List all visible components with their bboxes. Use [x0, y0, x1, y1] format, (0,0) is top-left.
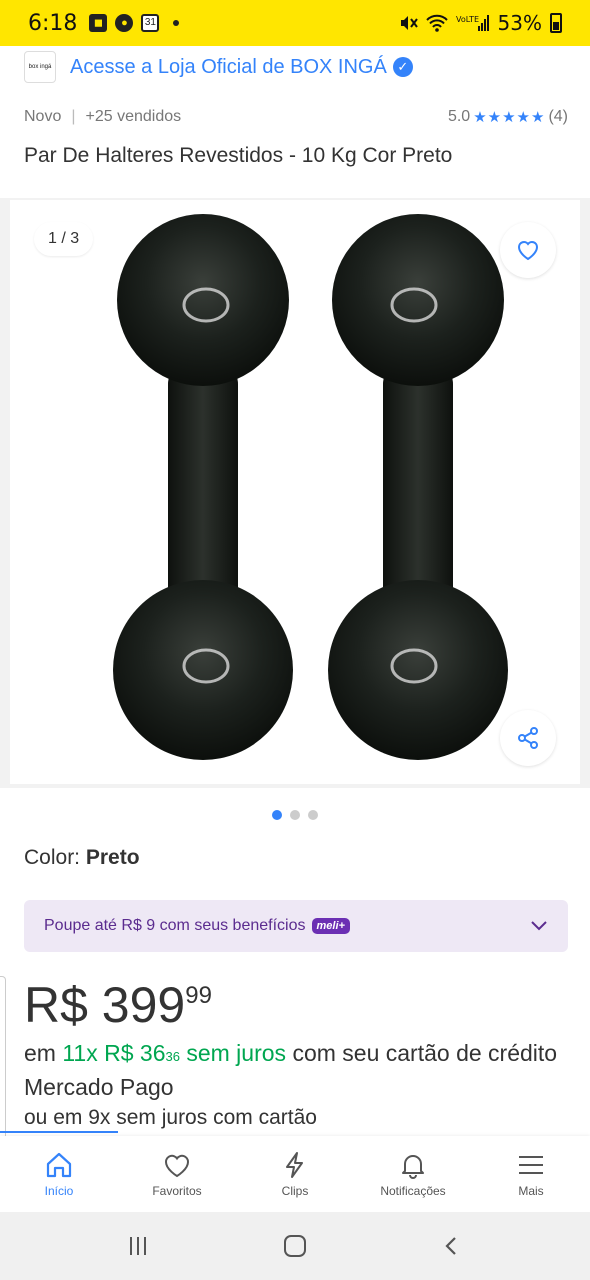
nav-home-label: Início	[44, 1184, 74, 1198]
dumbbell-right	[328, 214, 508, 760]
gallery-pagination	[0, 810, 590, 820]
back-icon[interactable]	[440, 1234, 464, 1258]
menu-icon	[519, 1156, 543, 1174]
official-store-row[interactable]: box ingá Acesse a Loja Oficial de BOX IN…	[24, 50, 413, 84]
share-icon	[518, 727, 538, 749]
installment-prefix: em	[24, 1040, 56, 1066]
nav-more-label: Mais	[518, 1184, 544, 1198]
bell-icon	[402, 1155, 424, 1179]
installments-text: em 11x R$ 3636 sem juros com seu cartão …	[24, 1036, 574, 1104]
more-notifications-dot-icon	[173, 20, 180, 26]
battery-percent: 53%	[497, 11, 542, 35]
mute-icon	[400, 16, 418, 30]
meli-plus-badge: meli+	[311, 918, 350, 934]
promo-text: Poupe até R$ 9 com seus benefícios	[44, 917, 306, 934]
dumbbell-left	[113, 214, 293, 760]
calendar-icon: 31	[141, 14, 160, 32]
signal-icon: VoLTE	[456, 15, 489, 31]
price-cents: 99	[185, 982, 212, 1009]
soccer-app-icon: ●	[115, 14, 134, 32]
official-store-link[interactable]: Acesse a Loja Oficial de BOX INGÁ	[70, 56, 387, 79]
notification-app-icon: ◼	[89, 14, 108, 32]
nav-favorites[interactable]: Favoritos	[118, 1136, 236, 1212]
wifi-icon	[425, 14, 448, 32]
chevron-down-icon	[531, 921, 547, 931]
color-selector: Color: Preto	[24, 846, 140, 870]
installment-cents: 36	[165, 1049, 180, 1064]
bottom-navigation: Início Favoritos Clips Notificações Mais	[0, 1136, 590, 1212]
rating-stars-icon: ★★★★★	[473, 109, 546, 126]
gallery-dot-1[interactable]	[272, 810, 282, 820]
nav-notifications[interactable]: Notificações	[354, 1136, 472, 1212]
rating-count: (4)	[548, 108, 568, 125]
meta-divider: |	[71, 108, 76, 125]
lightning-icon	[286, 1152, 303, 1178]
status-bar: 6:18 ◼ ● 31 VoLTE 53%	[0, 0, 590, 46]
system-navigation-bar	[0, 1212, 590, 1280]
product-image-frame[interactable]: 1 / 3	[10, 200, 580, 784]
alt-installments-text: ou em 9x sem juros com cartão	[24, 1106, 317, 1129]
verified-badge-icon: ✓	[392, 57, 413, 77]
condition-label: Novo	[24, 108, 62, 125]
nav-favorites-label: Favoritos	[152, 1184, 202, 1198]
home-button-icon[interactable]	[282, 1233, 308, 1259]
side-edge-marker	[0, 976, 6, 1162]
status-notification-icons: ◼ ● 31	[89, 14, 180, 32]
gallery-dot-2[interactable]	[290, 810, 300, 820]
product-gallery[interactable]: 1 / 3	[0, 198, 590, 788]
home-icon	[46, 1152, 72, 1178]
heart-icon	[517, 241, 539, 261]
price: R$ 399 99	[24, 976, 212, 1034]
status-time: 6:18	[28, 10, 78, 36]
status-right: VoLTE 53%	[398, 11, 562, 35]
product-meta-row: Novo | +25 vendidos 5.0 ★★★★★ (4)	[24, 108, 568, 126]
nav-clips-label: Clips	[281, 1184, 309, 1198]
nav-clips[interactable]: Clips	[236, 1136, 354, 1212]
color-label: Color:	[24, 846, 81, 869]
installment-no-interest: sem juros	[186, 1040, 287, 1066]
favorite-button[interactable]	[500, 222, 556, 278]
installment-amount: 11x R$ 3636	[62, 1040, 180, 1066]
sold-count: +25 vendidos	[85, 108, 182, 125]
share-button[interactable]	[500, 710, 556, 766]
rating-value: 5.0	[447, 108, 471, 125]
heart-icon	[164, 1154, 190, 1178]
nav-more[interactable]: Mais	[472, 1136, 590, 1212]
recent-apps-icon[interactable]	[126, 1234, 150, 1258]
product-title: Par De Halteres Revestidos - 10 Kg Cor P…	[24, 144, 453, 167]
store-logo: box ingá	[24, 51, 56, 83]
product-image[interactable]	[100, 210, 520, 770]
svg-text:VoLTE: VoLTE	[456, 15, 479, 24]
rating-summary[interactable]: 5.0 ★★★★★ (4)	[448, 108, 568, 126]
nav-notifications-label: Notificações	[380, 1184, 446, 1198]
battery-icon	[550, 13, 562, 33]
meli-plus-promo[interactable]: Poupe até R$ 9 com seus benefícios meli+	[24, 900, 568, 952]
image-counter: 1 / 3	[34, 222, 94, 256]
scroll-indicator	[0, 1131, 118, 1133]
color-value: Preto	[85, 846, 140, 869]
price-main: R$ 399	[24, 977, 186, 1033]
nav-home[interactable]: Início	[0, 1136, 118, 1212]
gallery-dot-3[interactable]	[308, 810, 318, 820]
